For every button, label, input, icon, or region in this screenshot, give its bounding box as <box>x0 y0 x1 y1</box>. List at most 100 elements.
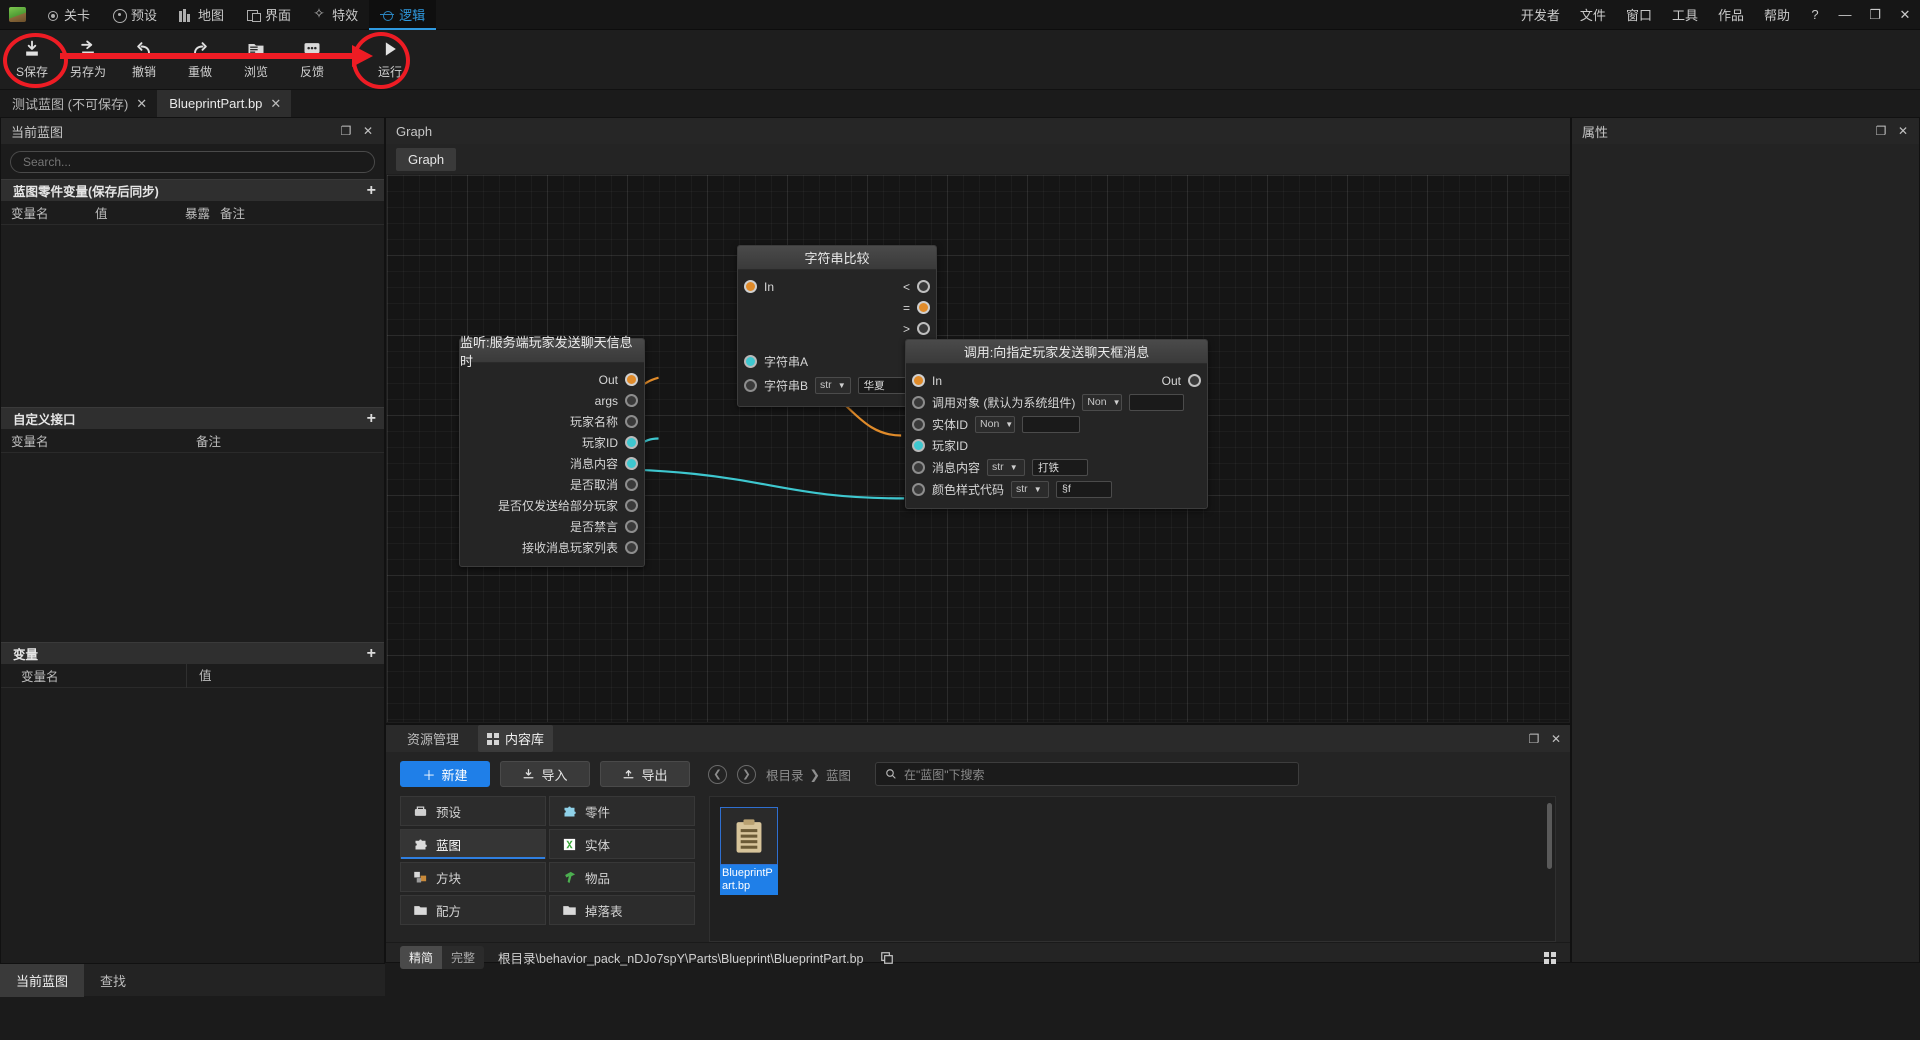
view-mode-simple[interactable]: 精简 <box>400 946 443 969</box>
category-item[interactable]: 物品 <box>549 862 695 892</box>
pin-exec-out[interactable] <box>625 373 638 386</box>
file-area-scrollbar[interactable] <box>1547 803 1552 869</box>
pin-data[interactable] <box>625 499 638 512</box>
pin-data-in[interactable] <box>912 395 925 409</box>
menu-item-works[interactable]: 作品 <box>1708 0 1754 30</box>
node-pin-partial-send[interactable]: 是否仅发送给部分玩家 <box>460 495 644 516</box>
pin-str-out[interactable] <box>625 457 638 470</box>
menu-item-help[interactable]: 帮助 <box>1754 0 1800 30</box>
menu-item-logic[interactable]: 逻辑 <box>369 0 437 30</box>
library-search-box[interactable]: 在"蓝图"下搜索 <box>875 762 1300 786</box>
breadcrumb-root[interactable]: 根目录 <box>766 765 804 784</box>
minimize-button[interactable]: — <box>1830 0 1860 30</box>
category-droptable[interactable]: 掉落表 <box>549 895 695 925</box>
entity-id-value[interactable] <box>1022 415 1081 433</box>
message-type-select[interactable]: str ▼ <box>987 458 1026 476</box>
tab-graph[interactable]: Graph <box>396 147 457 171</box>
grid-view-icon[interactable] <box>1544 951 1556 964</box>
section-variables[interactable]: 变量 + <box>1 642 384 664</box>
nav-forward-button[interactable]: ❯ <box>737 764 756 784</box>
file-thumbnail[interactable] <box>720 807 778 865</box>
node-pin-entity-id[interactable]: 实体ID Non ▼ <box>906 413 1207 435</box>
menu-item-tools[interactable]: 工具 <box>1662 0 1708 30</box>
node-pin-color-code[interactable]: 颜色样式代码 str ▼ §f <box>906 478 1207 500</box>
pin-data-in[interactable] <box>744 378 757 392</box>
node-pin-player-name[interactable]: 玩家名称 <box>460 411 644 432</box>
node-pin-in[interactable]: In <box>738 276 878 297</box>
close-icon[interactable]: ✕ <box>270 96 281 112</box>
pin-exec-out[interactable] <box>917 301 930 314</box>
menu-item-file[interactable]: 文件 <box>1570 0 1616 30</box>
node-pin-in[interactable]: In <box>906 370 942 391</box>
pin-str-out[interactable] <box>625 436 638 449</box>
pin-exec-in[interactable] <box>744 280 757 293</box>
category-preset[interactable]: 预设 <box>400 796 546 826</box>
pin-str-in[interactable] <box>744 355 757 368</box>
call-target-select[interactable]: Non ▼ <box>1082 393 1123 411</box>
entity-id-select[interactable]: Non ▼ <box>975 415 1016 433</box>
close-button[interactable]: ✕ <box>1890 0 1920 30</box>
node-pin-equal[interactable]: = <box>878 297 936 318</box>
graph-canvas[interactable]: 监听:服务端玩家发送聊天信息时 Out args 玩家名称 玩家ID 消息内容 … <box>387 175 1569 722</box>
tab-content-library[interactable]: 内容库 <box>478 725 554 752</box>
category-part[interactable]: 零件 <box>549 796 695 826</box>
pin-data[interactable] <box>625 415 638 428</box>
file-area[interactable]: BlueprintPart.bp <box>709 796 1556 942</box>
node-pin-receiver-list[interactable]: 接收消息玩家列表 <box>460 537 644 558</box>
node-listen-chat[interactable]: 监听:服务端玩家发送聊天信息时 Out args 玩家名称 玩家ID 消息内容 … <box>459 335 645 567</box>
maximize-icon[interactable]: ❐ <box>1524 729 1544 749</box>
node-pin-out[interactable]: Out <box>460 369 644 390</box>
pin-data[interactable] <box>625 520 638 533</box>
pin-exec-out[interactable] <box>917 322 930 335</box>
category-block[interactable]: 方块 <box>400 862 546 892</box>
category-entity[interactable]: 实体 <box>549 829 695 859</box>
run-button[interactable]: 运行 <box>362 32 418 88</box>
node-pin-is-cancel[interactable]: 是否取消 <box>460 474 644 495</box>
close-icon[interactable]: ✕ <box>1893 121 1913 141</box>
message-value-input[interactable]: 打铁 <box>1032 458 1089 476</box>
node-pin-call-target[interactable]: 调用对象 (默认为系统组件) Non ▼ <box>906 391 1207 413</box>
help-icon[interactable]: ? <box>1800 0 1830 30</box>
color-value-input[interactable]: §f <box>1056 480 1113 498</box>
menu-item-window[interactable]: 窗口 <box>1616 0 1662 30</box>
node-pin-message-content[interactable]: 消息内容 str ▼ 打铁 <box>906 456 1207 478</box>
pin-exec-in[interactable] <box>912 374 925 387</box>
add-variable-button[interactable]: + <box>367 182 376 199</box>
node-pin-player-id[interactable]: 玩家ID <box>460 432 644 453</box>
close-icon[interactable]: ✕ <box>136 96 147 112</box>
node-send-chat-message[interactable]: 调用:向指定玩家发送聊天框消息 In Out 调用对象 (默认为系统组件) No… <box>905 339 1208 509</box>
menu-item-effects[interactable]: 特效 <box>302 0 369 30</box>
view-mode-full[interactable]: 完整 <box>442 946 485 969</box>
node-pin-args[interactable]: args <box>460 390 644 411</box>
close-icon[interactable]: ✕ <box>1546 729 1566 749</box>
node-pin-out[interactable]: Out <box>1162 370 1207 391</box>
pin-exec-out[interactable] <box>1188 374 1201 387</box>
pin-str-in[interactable] <box>912 439 925 452</box>
export-button[interactable]: 导出 <box>600 761 690 787</box>
undo-button[interactable]: 撤销 <box>116 32 172 88</box>
color-type-select[interactable]: str ▼ <box>1011 480 1050 498</box>
pin-data[interactable] <box>625 394 638 407</box>
menu-item-preset[interactable]: 预设 <box>101 0 168 30</box>
copy-icon[interactable] <box>880 951 894 965</box>
pin-data-in[interactable] <box>912 482 925 496</box>
maximize-icon[interactable]: ❐ <box>1871 121 1891 141</box>
file-card[interactable]: BlueprintPart.bp <box>720 807 778 895</box>
doc-tab-test-blueprint[interactable]: 测试蓝图 (不可保存) ✕ <box>0 90 157 117</box>
pin-data[interactable] <box>625 541 638 554</box>
close-icon[interactable]: ✕ <box>358 121 378 141</box>
breadcrumb-blueprint[interactable]: 蓝图 <box>826 765 851 784</box>
view-mode-toggle[interactable]: 精简 完整 <box>400 946 485 969</box>
section-custom-interface[interactable]: 自定义接口 + <box>1 407 384 429</box>
menu-item-developer[interactable]: 开发者 <box>1511 0 1570 30</box>
menu-item-map[interactable]: 地图 <box>168 0 235 30</box>
add-interface-button[interactable]: + <box>367 410 376 427</box>
tab-resource-manager[interactable]: 资源管理 <box>398 725 468 752</box>
pin-data-in[interactable] <box>912 417 925 431</box>
maximize-icon[interactable]: ❐ <box>336 121 356 141</box>
call-target-value[interactable] <box>1129 393 1185 411</box>
section-blueprint-part-variables[interactable]: 蓝图零件变量(保存后同步) + <box>1 179 384 201</box>
add-variable-button-2[interactable]: + <box>367 645 376 662</box>
category-blueprint[interactable]: 蓝图 <box>400 829 546 859</box>
tab-find[interactable]: 查找 <box>84 964 142 997</box>
